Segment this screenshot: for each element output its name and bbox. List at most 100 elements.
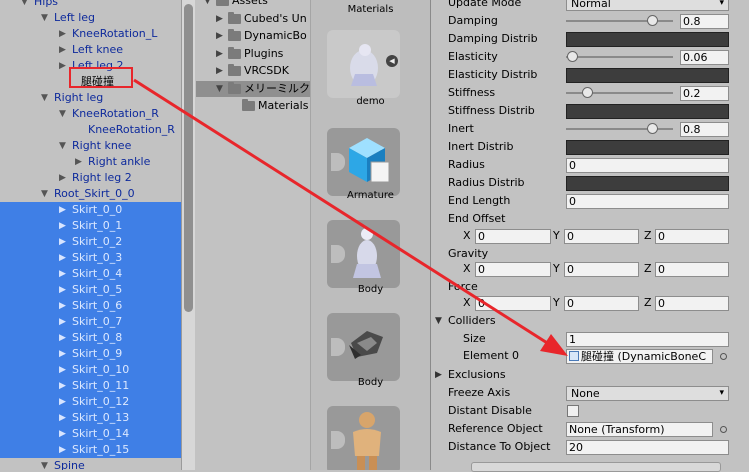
end-offset-y[interactable]: 0 <box>564 229 639 244</box>
expand-closed-icon[interactable]: ▶ <box>59 26 66 42</box>
project-folder-item[interactable]: ▼ Assets <box>196 0 310 9</box>
freeze-axis-dropdown[interactable]: None ▾ <box>566 386 729 401</box>
inert-slider[interactable] <box>566 120 673 138</box>
expand-closed-icon[interactable]: ▶ <box>59 202 66 218</box>
scrollbar-thumb[interactable] <box>184 4 193 312</box>
stiffness-distrib-curve[interactable] <box>566 104 729 119</box>
expand-closed-icon[interactable]: ▶ <box>59 314 66 330</box>
gravity-z[interactable]: 0 <box>655 262 729 277</box>
end-offset-z[interactable]: 0 <box>655 229 729 244</box>
asset-armature[interactable] <box>327 128 400 196</box>
hierarchy-item[interactable]: ▶ Skirt_0_12 <box>0 394 181 410</box>
hierarchy-item[interactable]: ▶ Skirt_0_2 <box>0 234 181 250</box>
reference-object-field[interactable]: None (Transform) <box>566 422 713 437</box>
object-picker-icon[interactable] <box>720 426 727 433</box>
expand-open-icon[interactable]: ▼ <box>216 81 223 97</box>
expand-closed-icon[interactable]: ▶ <box>59 346 66 362</box>
expand-closed-icon[interactable]: ▶ <box>59 42 66 58</box>
expand-open-icon[interactable]: ▼ <box>41 458 48 470</box>
project-folder-item[interactable]: ▶ DynamicBo <box>196 28 310 44</box>
object-picker-icon[interactable] <box>720 353 727 360</box>
project-folder-item[interactable]: ▶ VRCSDK <box>196 63 310 79</box>
exclusions-foldout[interactable]: ▶ Exclusions <box>431 366 749 384</box>
expand-closed-icon[interactable]: ▶ <box>59 330 66 346</box>
expand-open-icon[interactable]: ▼ <box>59 106 66 122</box>
hierarchy-item[interactable]: ▶ Skirt_0_11 <box>0 378 181 394</box>
hierarchy-item[interactable]: ▼ Root_Skirt_0_0 <box>0 186 181 202</box>
expand-closed-icon[interactable]: ▶ <box>59 394 66 410</box>
expand-closed-icon[interactable]: ▶ <box>59 266 66 282</box>
hierarchy-item[interactable]: ▼ KneeRotation_R <box>0 106 181 122</box>
asset-avatar[interactable] <box>327 406 400 470</box>
expand-closed-icon[interactable]: ▶ <box>216 11 223 27</box>
stiffness-field[interactable]: 0.2 <box>680 86 729 101</box>
hierarchy-item[interactable]: ▶ Right leg 2 <box>0 170 181 186</box>
hierarchy-scrollbar[interactable] <box>181 0 195 470</box>
hierarchy-item[interactable]: ▶ Skirt_0_9 <box>0 346 181 362</box>
add-component-button[interactable] <box>471 462 721 472</box>
hierarchy-item[interactable]: ▶ Skirt_0_6 <box>0 298 181 314</box>
hierarchy-item[interactable]: ▶ Skirt_0_3 <box>0 250 181 266</box>
hierarchy-item[interactable]: ▶ Skirt_0_10 <box>0 362 181 378</box>
damping-field[interactable]: 0.8 <box>680 14 729 29</box>
collider-object-field[interactable]: 腿碰撞 (DynamicBoneC <box>566 349 713 364</box>
hierarchy-item[interactable]: ▶ Skirt_0_14 <box>0 426 181 442</box>
elasticity-slider[interactable] <box>566 48 673 66</box>
expand-closed-icon[interactable]: ▶ <box>75 154 82 170</box>
hierarchy-item[interactable]: ▶ KneeRotation_L <box>0 26 181 42</box>
expand-open-icon[interactable]: ▼ <box>41 186 48 202</box>
play-preview-icon[interactable]: ◀ <box>386 55 398 67</box>
update-mode-dropdown[interactable]: Normal ▾ <box>566 0 729 11</box>
expand-closed-icon[interactable]: ▶ <box>59 298 66 314</box>
expand-open-icon[interactable]: ▼ <box>204 0 211 9</box>
expand-closed-icon[interactable]: ▶ <box>59 58 66 74</box>
expand-closed-icon[interactable]: ▶ <box>216 63 223 79</box>
hierarchy-item[interactable]: ▶ Left knee <box>0 42 181 58</box>
expand-closed-icon[interactable]: ▶ <box>59 410 66 426</box>
project-folder-item[interactable]: ▶ Plugins <box>196 46 310 62</box>
expand-closed-icon[interactable]: ▶ <box>59 426 66 442</box>
force-x[interactable]: 0 <box>475 296 551 311</box>
expand-open-icon[interactable]: ▼ <box>59 138 66 154</box>
expand-closed-icon[interactable]: ▶ <box>59 282 66 298</box>
elasticity-distrib-curve[interactable] <box>566 68 729 83</box>
expand-closed-icon[interactable]: ▶ <box>59 442 66 458</box>
colliders-size-field[interactable]: 1 <box>566 332 729 347</box>
asset-body-mesh[interactable] <box>327 313 400 381</box>
expand-closed-icon[interactable]: ▶ <box>59 378 66 394</box>
elasticity-field[interactable]: 0.06 <box>680 50 729 65</box>
hierarchy-item[interactable]: ▼ Spine <box>0 458 181 470</box>
damping-slider[interactable] <box>566 12 673 30</box>
hierarchy-item[interactable]: ▼ Right leg <box>0 90 181 106</box>
force-z[interactable]: 0 <box>655 296 729 311</box>
hierarchy-item[interactable]: ▶ Skirt_0_7 <box>0 314 181 330</box>
radius-field[interactable]: 0 <box>566 158 729 173</box>
colliders-foldout[interactable]: ▼ Colliders <box>431 312 749 330</box>
project-folder-item[interactable]: ▼ メリーミルク <box>196 80 310 97</box>
expand-closed-icon[interactable]: ▶ <box>216 28 223 44</box>
gravity-y[interactable]: 0 <box>564 262 639 277</box>
hierarchy-item[interactable]: ▶ Skirt_0_15 <box>0 442 181 458</box>
project-folder-item[interactable]: Materials <box>196 98 310 114</box>
expand-closed-icon[interactable]: ▶ <box>216 46 223 62</box>
hierarchy-item[interactable]: ▶ Skirt_0_8 <box>0 330 181 346</box>
stiffness-slider[interactable] <box>566 84 673 102</box>
distant-disable-checkbox[interactable] <box>567 405 579 417</box>
asset-body-prefab[interactable] <box>327 220 400 288</box>
hierarchy-item[interactable]: KneeRotation_R <box>0 122 181 138</box>
project-folder-item[interactable]: ▶ Cubed's Un <box>196 11 310 27</box>
hierarchy-item[interactable]: ▶ Skirt_0_5 <box>0 282 181 298</box>
hierarchy-item[interactable]: ▼ Left leg <box>0 10 181 26</box>
inert-distrib-curve[interactable] <box>566 140 729 155</box>
expand-open-icon[interactable]: ▼ <box>21 0 28 10</box>
end-length-field[interactable]: 0 <box>566 194 729 209</box>
gravity-x[interactable]: 0 <box>475 262 551 277</box>
expand-open-icon[interactable]: ▼ <box>41 10 48 26</box>
expand-closed-icon[interactable]: ▶ <box>59 170 66 186</box>
expand-closed-icon[interactable]: ▶ <box>59 250 66 266</box>
hierarchy-item[interactable]: ▶ Skirt_0_0 <box>0 202 181 218</box>
damping-distrib-curve[interactable] <box>566 32 729 47</box>
force-y[interactable]: 0 <box>564 296 639 311</box>
hierarchy-item[interactable]: ▼ Hips <box>0 0 181 10</box>
end-offset-x[interactable]: 0 <box>475 229 551 244</box>
